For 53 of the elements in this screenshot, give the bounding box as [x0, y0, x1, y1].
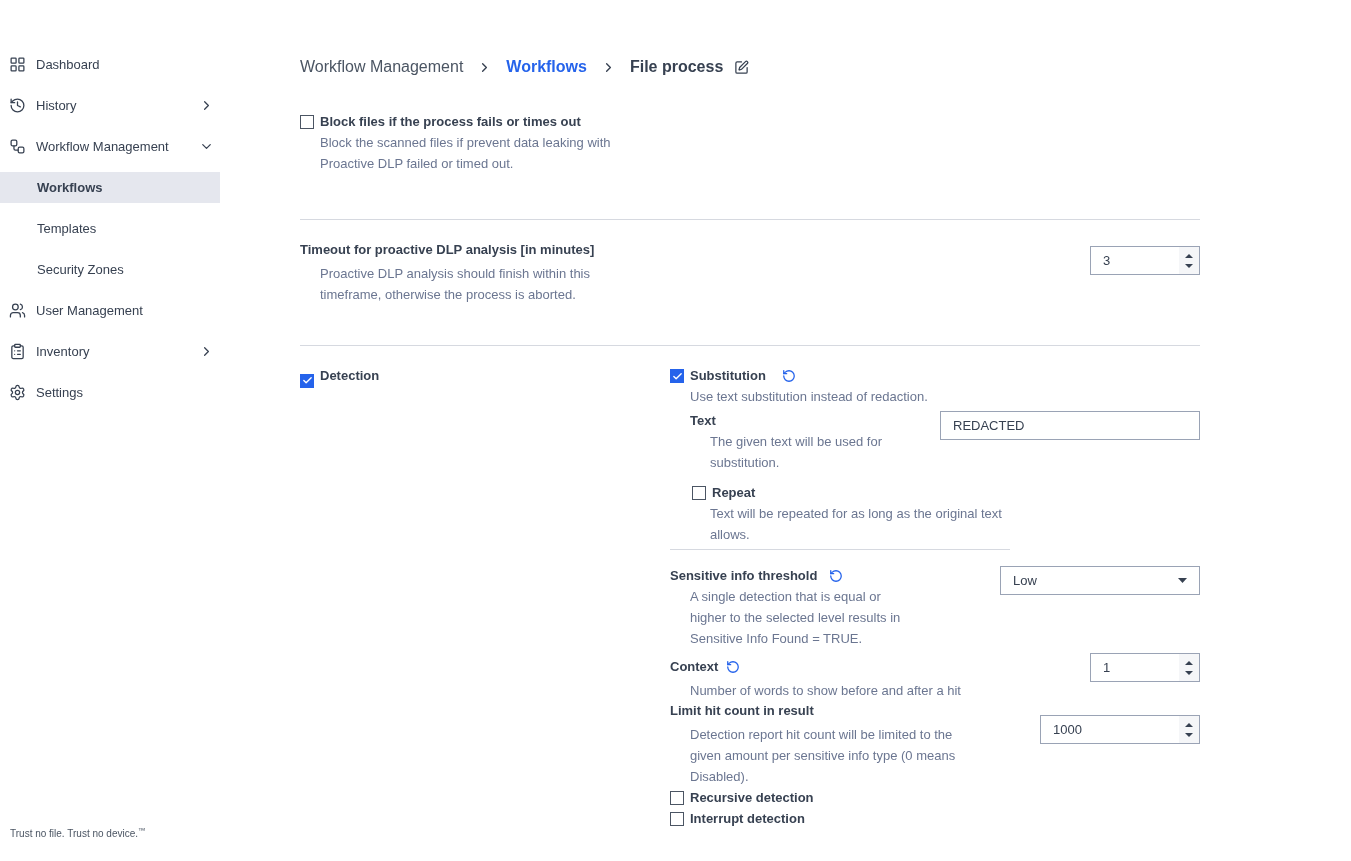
settings-icon	[9, 384, 26, 401]
option-label[interactable]: Repeat	[712, 483, 756, 503]
option-label[interactable]: Detection	[320, 366, 380, 386]
number-field[interactable]: 1	[1090, 653, 1200, 682]
breadcrumb-link[interactable]: Workflow Management	[300, 55, 464, 79]
setting-label: Timeout for proactive DLP analysis [in minutes]	[300, 241, 596, 259]
sidebar-subitem[interactable]: Security Zones	[0, 254, 220, 285]
clipboard-icon	[9, 343, 26, 360]
sidebar-item[interactable]: Settings	[0, 372, 220, 413]
option-label[interactable]: Substitution	[690, 366, 766, 386]
checkbox[interactable]	[670, 369, 684, 383]
sidebar-item[interactable]: History	[0, 85, 220, 126]
option-label[interactable]: Interrupt detection	[690, 809, 805, 829]
description: The given text will be used for substitution.	[709, 433, 883, 472]
stepper-icon[interactable]	[1179, 716, 1199, 743]
caret-icon	[1178, 578, 1187, 583]
option-label[interactable]: Recursive detection	[690, 788, 814, 808]
number-field[interactable]: 3	[1090, 246, 1200, 275]
setting-label: Sensitive info threshold	[670, 567, 818, 585]
description: Use text substitution instead of redaction.	[689, 388, 929, 406]
breadcrumb-link[interactable]: Workflows	[506, 55, 587, 79]
edit-icon[interactable]	[734, 59, 750, 75]
stepper-icon[interactable]	[1179, 247, 1199, 274]
description: Text will be repeated for as long as the original text allows.	[670, 503, 1010, 550]
description: Proactive DLP analysis should finish within this timeframe, otherwise the process is aborted.	[319, 265, 591, 304]
sidebar-item[interactable]: Workflow Management	[0, 126, 220, 167]
description: Block the scanned files if prevent data leaking with Proactive DLP failed or timed out.	[319, 134, 612, 173]
sidebar-item[interactable]: Dashboard	[0, 44, 220, 85]
text-field[interactable]: REDACTED	[940, 411, 1200, 440]
checkbox[interactable]	[692, 486, 706, 500]
sidebar-subitem[interactable]: Templates	[0, 213, 220, 244]
number-field[interactable]: 1000	[1040, 715, 1200, 744]
workflow-icon	[9, 138, 26, 155]
setting-label: Text	[690, 412, 717, 430]
option-label[interactable]: Block files if the process fails or times out	[320, 112, 581, 132]
grid-icon	[9, 56, 26, 73]
checkbox[interactable]	[670, 791, 684, 805]
tagline: Trust no file. Trust no device.$^{™}$	[9, 826, 147, 841]
setting-label: Limit hit count in result	[670, 702, 815, 720]
setting-label: Context	[670, 658, 719, 676]
description: A single detection that is equal or higher to the selected level results in Sensitive Info Found = TRUE.	[689, 588, 902, 648]
description: Number of words to show before and after a hit	[689, 682, 961, 700]
checkbox[interactable]	[300, 115, 314, 129]
dropdown[interactable]: Low	[1000, 566, 1200, 595]
stepper-icon[interactable]	[1179, 654, 1199, 681]
sidebar-item[interactable]: User Management	[0, 290, 220, 331]
description: Detection report hit count will be limited to the given amount per sensitive info type (0 means Disabled).	[689, 726, 957, 786]
breadcrumb-current: File process	[629, 57, 724, 77]
sidebar-subitem[interactable]: Workflows	[0, 172, 220, 203]
checkbox[interactable]	[670, 812, 684, 826]
checkbox[interactable]	[300, 373, 314, 388]
sidebar-item[interactable]: Inventory	[0, 331, 220, 372]
users-icon	[9, 302, 26, 319]
